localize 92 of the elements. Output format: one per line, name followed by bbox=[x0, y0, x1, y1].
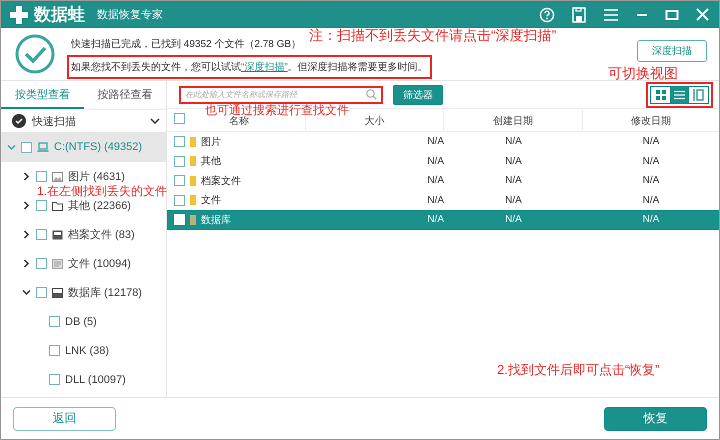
column-header[interactable]: 名称 bbox=[229, 114, 249, 128]
category-tree-item[interactable]: 图片 (4631) bbox=[22, 170, 125, 184]
table-cell-text: 档案文件 bbox=[201, 174, 241, 188]
app-subtitle: 数据恢复专家 bbox=[97, 8, 163, 22]
chevron-down-icon bbox=[150, 118, 160, 124]
scan-status-text: 快速扫描已完成，已找到 49352 个文件（2.78 GB） bbox=[70, 38, 302, 51]
plus-logo-icon bbox=[9, 4, 29, 24]
hint-text: 如果您找不到丢失的文件，您可以试试“深度扫描”。但深度扫描将需要更多时间。 bbox=[67, 55, 432, 79]
table-cell: N/A bbox=[642, 175, 660, 186]
table-cell: N/A bbox=[642, 156, 660, 167]
list-view-toggle[interactable] bbox=[670, 86, 689, 102]
annotation-text: 也可通过搜索进行查找文件 bbox=[205, 104, 349, 116]
table-cell: N/A bbox=[427, 156, 444, 167]
checkbox[interactable] bbox=[36, 258, 47, 269]
checkbox[interactable] bbox=[36, 171, 47, 182]
column-header[interactable]: 大小 bbox=[364, 114, 384, 128]
checkbox[interactable] bbox=[49, 374, 60, 385]
checkbox[interactable] bbox=[21, 142, 32, 152]
scan-mode-dropdown[interactable]: 快速扫描 bbox=[1, 110, 166, 132]
image-icon bbox=[52, 172, 63, 182]
folder-icon bbox=[190, 136, 196, 147]
app-logo: 数据蛙 bbox=[34, 4, 85, 26]
checkbox[interactable] bbox=[174, 175, 185, 186]
column-header[interactable]: 修改日期 bbox=[631, 114, 671, 128]
category-tree-item[interactable]: 其他 (22366) bbox=[22, 198, 131, 212]
annotation-text: 可切换视图 bbox=[608, 66, 678, 80]
maximize-icon[interactable] bbox=[665, 8, 679, 20]
folder-icon bbox=[52, 200, 63, 210]
document-icon bbox=[52, 258, 63, 268]
close-icon[interactable] bbox=[696, 8, 709, 21]
table-cell: N/A bbox=[642, 214, 660, 226]
folder-icon bbox=[190, 195, 196, 206]
drive-icon bbox=[37, 142, 49, 152]
table-row[interactable]: 图片 N/A N/A N/A bbox=[167, 132, 719, 152]
filter-button[interactable]: 筛选器 bbox=[393, 84, 443, 104]
table-row[interactable]: 档案文件 N/A N/A N/A bbox=[167, 171, 719, 190]
checkbox[interactable] bbox=[174, 156, 185, 167]
annotation-text: 1.在左侧找到丢失的文件 bbox=[37, 185, 168, 197]
table-cell: N/A bbox=[505, 175, 522, 186]
checkbox[interactable] bbox=[36, 287, 47, 298]
minimize-icon[interactable] bbox=[636, 12, 648, 16]
checkbox[interactable] bbox=[36, 200, 47, 211]
checkbox[interactable] bbox=[174, 194, 185, 206]
checkbox[interactable] bbox=[174, 136, 185, 148]
archive-icon bbox=[52, 230, 63, 240]
table-cell: N/A bbox=[642, 136, 660, 148]
search-icon bbox=[366, 89, 377, 100]
table-row[interactable]: 其他 N/A N/A N/A bbox=[167, 152, 719, 171]
checkbox[interactable] bbox=[36, 229, 47, 240]
table-cell: N/A bbox=[505, 214, 522, 226]
save-icon[interactable] bbox=[572, 6, 586, 22]
checkbox[interactable] bbox=[49, 316, 60, 327]
grid-icon bbox=[656, 90, 666, 100]
table-cell-text: 数据库 bbox=[201, 214, 231, 227]
column-header[interactable]: 创建日期 bbox=[493, 114, 533, 128]
table-cell-text: 其他 bbox=[201, 154, 221, 168]
category-tree-item[interactable]: 文件 (10094) bbox=[22, 256, 131, 270]
select-all-checkbox[interactable] bbox=[174, 113, 185, 124]
check-badge-icon bbox=[12, 114, 26, 128]
deep-scan-link[interactable]: “深度扫描” bbox=[241, 62, 288, 73]
table-cell: N/A bbox=[427, 136, 444, 148]
table-cell-text: 文件 bbox=[201, 194, 221, 208]
table-row[interactable]: 数据库 N/A N/A N/A bbox=[167, 210, 719, 230]
table-cell: N/A bbox=[427, 194, 444, 206]
check-circle-icon bbox=[15, 34, 55, 74]
table-cell: N/A bbox=[505, 194, 522, 206]
back-button[interactable]: 返回 bbox=[13, 406, 116, 430]
deep-scan-button[interactable]: 深度扫描 bbox=[637, 40, 707, 62]
list-icon bbox=[674, 90, 685, 100]
table-cell: N/A bbox=[427, 175, 444, 186]
help-icon[interactable] bbox=[539, 6, 555, 22]
extension-tree-item[interactable]: DB (5) bbox=[49, 314, 97, 328]
extension-tree-item[interactable]: LNK (38) bbox=[49, 344, 110, 358]
checkbox[interactable] bbox=[49, 345, 60, 356]
category-tree-item[interactable]: 数据库 (12178) bbox=[22, 286, 142, 300]
category-tree-item[interactable]: 档案文件 (83) bbox=[22, 228, 135, 242]
recover-button[interactable]: 恢复 bbox=[604, 406, 707, 430]
folder-icon bbox=[190, 176, 196, 186]
table-cell: N/A bbox=[505, 156, 522, 167]
menu-icon[interactable] bbox=[603, 8, 619, 22]
folder-icon bbox=[190, 214, 196, 225]
annotation-text: 2.找到文件后即可点击“恢复” bbox=[497, 363, 660, 376]
columns-icon bbox=[693, 88, 704, 100]
table-cell-text: 图片 bbox=[201, 136, 221, 149]
folder-icon bbox=[190, 156, 196, 166]
annotation-text: 注：扫描不到丢失文件请点击“深度扫描” bbox=[309, 28, 556, 42]
extension-tree-item[interactable]: DLL (10097) bbox=[49, 372, 126, 386]
database-icon bbox=[52, 288, 63, 298]
table-cell: N/A bbox=[642, 194, 660, 206]
table-row[interactable]: 文件 N/A N/A N/A bbox=[167, 190, 719, 210]
table-cell: N/A bbox=[505, 136, 522, 148]
table-cell: N/A bbox=[427, 214, 444, 226]
